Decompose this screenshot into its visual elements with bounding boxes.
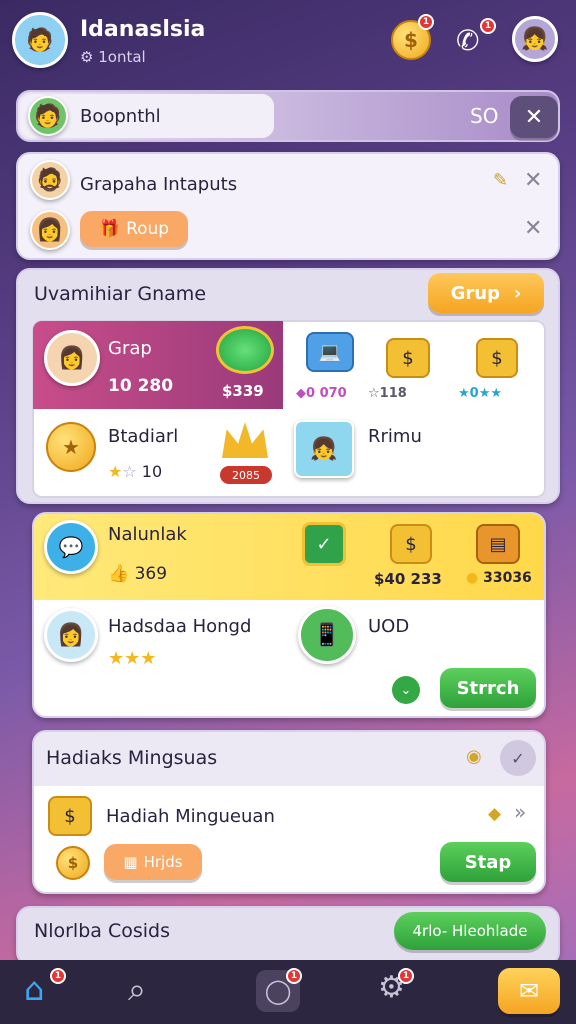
player-2-avatar: 👩	[44, 608, 98, 662]
player-avatar: 👩	[44, 330, 100, 386]
card-b-tag: 2085	[220, 466, 272, 484]
highlight-value-text: 369	[134, 564, 168, 584]
gold-box-icon: $	[390, 524, 432, 564]
star-icon: ★	[458, 386, 470, 401]
collapse-button[interactable]: ✓	[500, 740, 536, 776]
coin-icon: $	[56, 846, 90, 880]
close-search-button[interactable]: ✕	[510, 96, 558, 138]
tile-value-3-text: 0	[469, 386, 479, 401]
price-2: ● 33036	[466, 570, 532, 586]
medal-icon: ★	[46, 422, 96, 472]
header-title: Idanaslsia	[80, 17, 206, 42]
chevron-right-icon: ›	[513, 282, 522, 304]
bottom-title: Nlorlba Cosids	[34, 920, 170, 942]
featured-name: Grap	[108, 338, 152, 359]
card-b-rating-text: 10	[141, 462, 163, 481]
thumb-icon: 👍	[108, 564, 135, 584]
player-2-stars: ★★★	[108, 648, 156, 669]
gift-icon: 🎁	[98, 219, 121, 239]
notify-row-1: Grapaha Intaputs	[80, 174, 238, 195]
profile-avatar[interactable]: 🧑	[12, 12, 68, 68]
mobile-game-icon: 📱	[298, 606, 356, 664]
coin-box-icon: $	[476, 338, 518, 378]
group-chip[interactable]: 🎁 Roup	[80, 211, 188, 247]
close-icon[interactable]: ✕	[524, 168, 542, 193]
tile-value-3: ★0★★	[458, 386, 502, 401]
coin-badge: 1	[418, 14, 434, 30]
search-icon[interactable]: ⌕	[128, 970, 146, 1009]
home-icon[interactable]: ⌂	[24, 970, 44, 1008]
search-button[interactable]: Strrch	[440, 668, 536, 708]
section-title: Uvamihiar Gname	[34, 283, 207, 305]
star-icon: ★	[108, 462, 123, 481]
player-2-tag: UOD	[368, 616, 410, 637]
highlight-name: Nalunlak	[108, 524, 187, 545]
tile-value-2-text: 118	[379, 386, 407, 401]
notify-avatar-1: 🧔	[30, 160, 70, 200]
price-1: $40 233	[374, 570, 442, 588]
ticket-icon: ✓	[302, 522, 346, 566]
tile-value-2: ☆118	[368, 386, 407, 401]
search-value: Boopnthl	[80, 106, 161, 127]
close-icon[interactable]: ✕	[524, 216, 542, 241]
player-2-name[interactable]: Hadsdaa Hongd	[108, 616, 251, 637]
friend-avatar[interactable]: 👧	[512, 16, 558, 62]
mail-button[interactable]: ✉	[498, 968, 560, 1014]
header-subtitle-text: 1ontal	[98, 48, 146, 66]
laptop-icon: 💻	[306, 332, 354, 372]
chat-badge: 1	[286, 968, 302, 984]
star-outline-icon: ☆	[122, 462, 142, 481]
weekly-title: Hadiaks Mingsuas	[46, 747, 218, 769]
phone-badge: 1	[480, 18, 496, 34]
group-button[interactable]: Grup ›	[428, 273, 544, 313]
weekly-row-label: Hadiah Mingueuan	[106, 806, 275, 827]
card-b-name[interactable]: Btadiarl	[108, 426, 178, 447]
phone-icon[interactable]: ✆	[456, 24, 479, 57]
star-icon: ★★★	[108, 648, 157, 669]
card-b-tag-text: 2085	[232, 468, 260, 482]
double-chevron-right-icon[interactable]: »	[514, 800, 526, 824]
chest-icon: ▤	[476, 524, 520, 564]
home-badge: 1	[50, 968, 66, 984]
featured-price: $339	[222, 382, 264, 400]
star-outline-icon: ☆	[368, 386, 380, 401]
coin-small-icon: ●	[466, 570, 484, 586]
search-count: SO	[470, 104, 499, 128]
group-button-label: Grup	[450, 282, 500, 304]
chevron-down-icon[interactable]: ⌄	[392, 676, 420, 704]
gem-icon	[216, 326, 274, 374]
grid-icon: ▦	[123, 853, 138, 871]
highlight-button[interactable]: 4rlo- Hleohlade	[394, 912, 546, 950]
gear-icon: ⚙	[80, 48, 99, 66]
reward-box-icon: $	[48, 796, 92, 836]
highlight-value: 👍 369	[108, 564, 167, 584]
highlight-icon: 💬	[44, 520, 98, 574]
search-avatar: 🧑	[28, 96, 68, 136]
weekly-chip[interactable]: ▦ Hrjds	[104, 844, 202, 880]
card-c-name[interactable]: Rrimu	[368, 426, 422, 447]
card-c-avatar: 👧	[294, 420, 354, 478]
start-button[interactable]: Stap	[440, 842, 536, 882]
settings-badge: 1	[398, 968, 414, 984]
notify-avatar-2: 👩	[30, 210, 70, 250]
gift-box-icon: $	[386, 338, 430, 378]
tag-small-icon: ◆	[488, 804, 502, 824]
group-chip-label: Roup	[126, 219, 170, 239]
tile-value-1-text: 0 070	[306, 386, 347, 401]
weekly-chip-label: Hrjds	[143, 853, 183, 871]
featured-score: 10 280	[108, 376, 174, 396]
card-b-rating: ★☆ 10	[108, 462, 162, 481]
pencil-icon[interactable]: ✎	[493, 170, 508, 191]
price-2-text: 33036	[483, 570, 532, 586]
header-subtitle: ⚙ 1ontal	[80, 48, 146, 66]
gem-small-icon: ◆	[296, 386, 306, 401]
tag-icon: ◉	[466, 746, 482, 767]
tile-value-1: ◆0 070	[296, 386, 347, 401]
star-icon: ★★	[478, 386, 503, 401]
